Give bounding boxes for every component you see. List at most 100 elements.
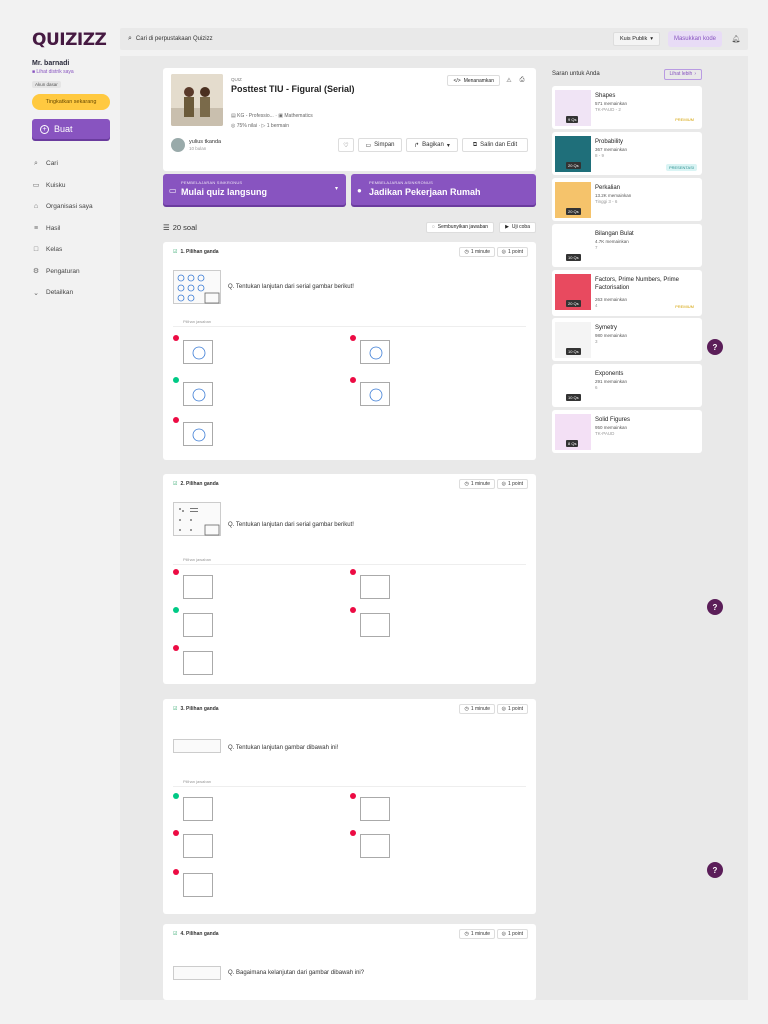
book-icon: ▭ <box>32 182 40 190</box>
visibility-label: Kuis Publik <box>619 36 648 42</box>
recommendation-name: Factors, Prime Numbers, Prime Factorisat… <box>595 277 680 292</box>
recommendation-card[interactable]: 20 Qs Probability 367 memainkan 8 - 9 PR… <box>552 132 702 175</box>
author-time: 10 bulan <box>189 146 207 151</box>
school-icon: ■ <box>32 69 36 75</box>
multiple-choice-icon: ☑ <box>173 931 178 937</box>
question-type-label: 3. Pilihan ganda <box>180 706 219 712</box>
question-count-badge: 10 Qs <box>566 254 581 261</box>
embed-label: Menanamkan <box>463 77 494 84</box>
assign-homework-label: Jadikan Pekerjaan Rumah <box>369 187 481 197</box>
question-card: ☑ 1. Pilihan ganda ◷ 1 minute ◎ 1 point Q. … <box>163 242 536 460</box>
help-button[interactable]: ? <box>707 599 723 615</box>
incorrect-indicator <box>173 569 179 575</box>
subject-icon: ▣ <box>278 113 283 119</box>
recommendation-name: Probability <box>595 139 624 145</box>
warning-icon[interactable]: ⚠ <box>504 75 514 86</box>
caret-down-icon[interactable]: ▾ <box>335 185 338 192</box>
sidebar: QUIZIZZ Mr. barnadi ■ Lihat distrik saya… <box>0 0 120 1024</box>
sidebar-item-label: Pengaturan <box>46 267 80 275</box>
district-link[interactable]: ■ Lihat distrik saya <box>32 69 120 75</box>
question-time: ◷ 1 minute <box>459 479 495 489</box>
recommendation-card[interactable]: 10 Qs Symetry 980 memainkan 3 <box>552 318 702 361</box>
recommendation-card[interactable]: 9 Qs Shapes 571 memainkan TK-PAUD - 2 PR… <box>552 86 702 129</box>
incorrect-indicator <box>350 830 356 836</box>
grade-icon: ▤ <box>231 113 236 119</box>
save-button[interactable]: ▭ Simpan <box>358 138 402 152</box>
quiz-type-label: QUIZ <box>231 77 242 82</box>
sidebar-item-pengaturan[interactable]: ⚙ Pengaturan <box>32 261 120 283</box>
incorrect-indicator <box>350 569 356 575</box>
sidebar-item-kuisku[interactable]: ▭ Kuisku <box>32 175 120 197</box>
recommendation-card[interactable]: 10 Qs Exponents 291 memainkan 6 <box>552 364 702 407</box>
question-type: ☑ 2. Pilihan ganda <box>173 481 219 487</box>
incorrect-indicator <box>173 335 179 341</box>
copy-edit-button[interactable]: ⧉ Salin dan Edit <box>462 138 528 152</box>
assign-live-caption: PEMBELAJARAN SINKRONUS <box>181 180 243 185</box>
multiple-choice-icon: ☑ <box>173 706 178 712</box>
quizizz-logo[interactable]: QUIZIZZ <box>32 30 120 50</box>
sidebar-item-organisasi[interactable]: ⌂ Organisasi saya <box>32 196 120 218</box>
quiz-header-card: QUIZ Posttest TIU - Figural (Serial) ▤ K… <box>163 68 536 171</box>
heart-icon: ♡ <box>343 142 349 149</box>
quiz-accuracy: 75% nilai <box>236 123 258 129</box>
upgrade-button[interactable]: Tingkatkan sekarang <box>32 94 110 110</box>
recommendation-card[interactable]: 8 Qs Solid Figures 950 memainkan TK-PAUD <box>552 410 702 453</box>
question-time-label: 1 minute <box>470 706 490 712</box>
create-button[interactable]: + Buat <box>32 119 110 139</box>
incorrect-indicator <box>173 645 179 651</box>
divider <box>173 564 526 565</box>
search-input[interactable]: Cari di perpustakaan Quizizz <box>136 36 613 42</box>
answer-option <box>360 575 390 599</box>
join-code-button[interactable]: Masukkan kode <box>667 31 722 47</box>
presentation-badge: PRESENTASI <box>665 164 697 171</box>
sidebar-item-hasil[interactable]: ≡ Hasil <box>32 218 120 240</box>
target-icon: ◎ <box>501 931 506 937</box>
sidebar-item-detailkan[interactable]: ⌄ Detailkan <box>32 282 120 304</box>
print-icon[interactable]: ⎙ <box>517 75 527 86</box>
start-live-quiz-button[interactable]: ▭ PEMBELAJARAN SINKRONUS Mulai quiz lang… <box>163 174 346 205</box>
hide-answers-label: Sembunyikan jawaban <box>437 224 489 230</box>
clock-icon: ◷ <box>464 931 469 937</box>
correct-indicator <box>173 607 179 613</box>
try-quiz-button[interactable]: ▶ Uji coba <box>499 221 536 233</box>
create-label: Buat <box>54 124 73 134</box>
answer-option <box>360 340 390 364</box>
embed-button[interactable]: </> Menanamkan <box>447 75 500 86</box>
see-more-button[interactable]: Lihat lebih › <box>663 68 702 80</box>
question-points-label: 1 point <box>507 249 523 255</box>
like-button[interactable]: ♡ <box>338 138 354 152</box>
answer-option <box>360 834 390 858</box>
help-button[interactable]: ? <box>707 339 723 355</box>
answer-option <box>183 651 213 675</box>
author-name[interactable]: yulius tkanda <box>189 139 221 145</box>
question-type-label: 2. Pilihan ganda <box>180 481 219 487</box>
quiz-title: Posttest TIU - Figural (Serial) <box>231 84 355 94</box>
recommendation-card[interactable]: 10 Qs Bilangan Bulat 4.7K memainkan 7 <box>552 224 702 267</box>
premium-badge: PREMIUM <box>675 304 694 309</box>
question-type-label: 4. Pilihan ganda <box>180 931 219 937</box>
recommendation-grade: TK-PAUD - 2 <box>595 107 621 112</box>
recommendation-card[interactable]: 20 Qs Perkalian 13.2K memainkan Tinggi 3… <box>552 178 702 221</box>
presentation-icon: ▭ <box>169 186 177 195</box>
incorrect-indicator <box>350 335 356 341</box>
question-time: ◷ 1 minute <box>459 929 495 939</box>
sidebar-item-label: Kuisku <box>46 181 66 189</box>
play-icon: ▶ <box>505 224 509 230</box>
recommendation-card[interactable]: 20 Qs Factors, Prime Numbers, Prime Fact… <box>552 270 702 316</box>
sidebar-item-cari[interactable]: ⌕ Cari <box>32 153 120 175</box>
hide-answers-button[interactable]: ◌ Sembunyikan jawaban <box>425 221 495 233</box>
share-button[interactable]: ↱ Bagikan ▾ <box>406 138 458 152</box>
chevron-right-icon: › <box>694 71 696 77</box>
help-button[interactable]: ? <box>707 862 723 878</box>
sidebar-item-label: Organisasi saya <box>46 203 93 211</box>
sidebar-item-kelas[interactable]: □ Kelas <box>32 239 120 261</box>
answer-option <box>183 834 213 858</box>
bell-icon[interactable]: 🔔︎ <box>728 31 744 47</box>
assign-homework-button[interactable]: ● PEMBELAJARAN ASINKRONUS Jadikan Pekerj… <box>351 174 536 205</box>
target-icon: ◎ <box>231 123 236 129</box>
code-icon: </> <box>453 77 461 84</box>
target-icon: ◎ <box>501 706 506 712</box>
account-type-badge: Akun dasar <box>32 81 61 88</box>
quiz-grade: KG - Professio... <box>237 113 274 119</box>
visibility-dropdown[interactable]: Kuis Publik ▾ <box>612 32 660 46</box>
